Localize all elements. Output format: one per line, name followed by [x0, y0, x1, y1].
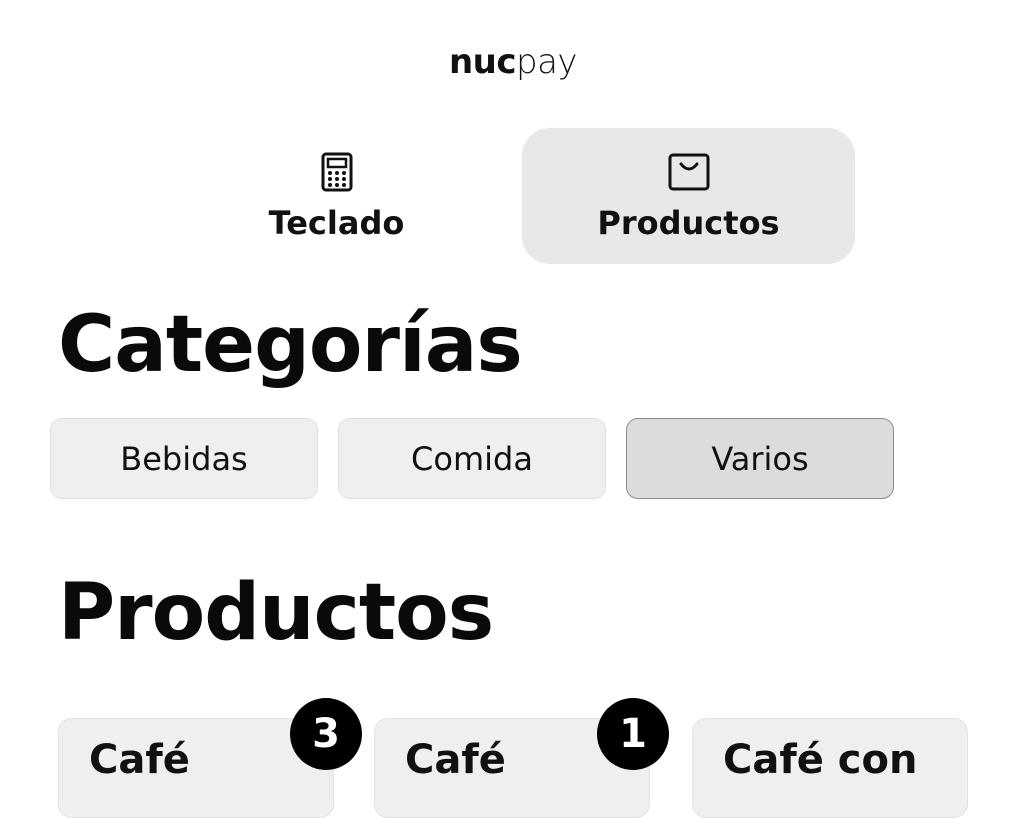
products-title: Productos: [58, 568, 494, 658]
calculator-icon: [321, 152, 352, 192]
tab-teclado[interactable]: Teclado: [170, 128, 503, 264]
categories-title: Categorías: [58, 300, 523, 390]
logo-light-part: pay: [516, 42, 578, 82]
category-comida-button[interactable]: Comida: [338, 418, 606, 499]
category-bebidas-button[interactable]: Bebidas: [50, 418, 318, 499]
product-count-badge: 3: [290, 698, 362, 770]
tab-productos-label: Productos: [597, 204, 780, 242]
product-name: Café con: [723, 737, 918, 783]
nucpay-logo: nucpay: [0, 42, 1026, 82]
product-name: Café: [405, 737, 506, 783]
category-varios-button[interactable]: Varios: [626, 418, 894, 499]
product-name: Café: [89, 737, 190, 783]
tab-teclado-label: Teclado: [268, 204, 405, 242]
tab-productos[interactable]: Productos: [522, 128, 855, 264]
product-count-badge: 1: [597, 698, 669, 770]
logo-bold-part: nuc: [448, 42, 517, 82]
shopping-bag-icon: [668, 153, 709, 191]
product-card[interactable]: Café con: [692, 718, 968, 818]
